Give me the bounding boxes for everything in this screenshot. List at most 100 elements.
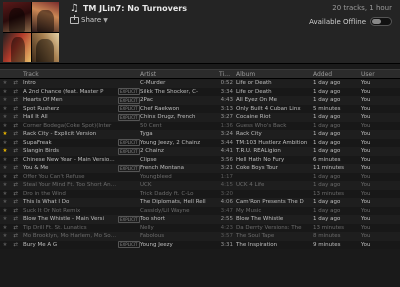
add-to-icon[interactable]: ⇄	[10, 89, 21, 95]
add-to-icon[interactable]: ⇄	[10, 157, 21, 163]
user-link[interactable]: You	[361, 157, 391, 163]
user-link[interactable]: You	[361, 140, 391, 146]
column-header-track[interactable]: Track	[21, 71, 118, 78]
album-link[interactable]: My Music	[236, 208, 313, 214]
table-row[interactable]: ★ ⇄ Dro in the Wind Trick Daddy ft. C-Lo 3:2…	[0, 189, 400, 198]
star-icon[interactable]: ★	[0, 80, 10, 86]
star-icon[interactable]: ★	[0, 242, 10, 248]
artist-link[interactable]: French Montana	[140, 165, 218, 171]
user-link[interactable]: You	[361, 208, 391, 214]
artist-link[interactable]: Too short	[140, 216, 218, 222]
add-to-icon[interactable]: ⇄	[10, 140, 21, 146]
album-link[interactable]: Life or Death	[236, 80, 313, 86]
column-header-time[interactable]: Time	[218, 71, 236, 78]
user-link[interactable]: You	[361, 131, 391, 137]
star-icon[interactable]: ★	[0, 106, 10, 112]
table-row[interactable]: ★ ⇄ A 2nd Chance (feat. Master P EXPLICIT Si…	[0, 87, 400, 96]
artist-link[interactable]: Young Jeezy, 2 Chainz	[140, 140, 218, 146]
star-icon[interactable]: ★	[0, 114, 10, 120]
star-icon[interactable]: ★	[0, 199, 10, 205]
artist-link[interactable]: 2Pac	[140, 97, 218, 103]
artist-link[interactable]: 2 Chainz	[140, 148, 218, 154]
artist-link[interactable]: Chinx Drugz, French	[140, 114, 218, 120]
album-link[interactable]: Only Built 4 Cuban Linx	[236, 106, 313, 112]
artist-link[interactable]: The Diplomats, Hell Rell	[140, 199, 218, 205]
user-link[interactable]: You	[361, 199, 391, 205]
star-icon[interactable]: ★	[0, 182, 10, 188]
album-link[interactable]: Cocaine Riot	[236, 114, 313, 120]
user-link[interactable]: You	[361, 216, 391, 222]
album-link[interactable]: Coke Boys Tour	[236, 165, 313, 171]
star-icon[interactable]: ★	[0, 148, 10, 154]
album-link[interactable]: Cam'Ron Presents The D	[236, 199, 313, 205]
artist-link[interactable]: Fabolous	[140, 233, 218, 239]
album-link[interactable]: Blow The Whistle	[236, 216, 313, 222]
album-link[interactable]: UCK 4 Life	[236, 182, 313, 188]
table-row[interactable]: ★ ⇄ Mo Brooklyn, Mo Harlem, Mo Southsi Fabo…	[0, 232, 400, 241]
album-link[interactable]: The Soul Tape	[236, 233, 313, 239]
table-row[interactable]: ★ ⇄ Offer You Can't Refuse Youngbleed 1:17 1 …	[0, 172, 400, 181]
add-to-icon[interactable]: ⇄	[10, 233, 21, 239]
album-link[interactable]: T.R.U. REALigion	[236, 148, 313, 154]
add-to-icon[interactable]: ⇄	[10, 225, 21, 231]
table-row[interactable]: ★ ⇄ Rack City - Explicit Version Tyga 3:24 Ra…	[0, 130, 400, 139]
table-row[interactable]: ★ ⇄ Spot Rusherz EXPLICIT Chef Raekwon 3:13 On…	[0, 104, 400, 113]
user-link[interactable]: You	[361, 191, 391, 197]
star-icon[interactable]: ★	[0, 123, 10, 129]
column-header-added[interactable]: Added	[313, 71, 361, 78]
user-link[interactable]: You	[361, 233, 391, 239]
star-icon[interactable]: ★	[0, 208, 10, 214]
star-icon[interactable]: ★	[0, 233, 10, 239]
add-to-icon[interactable]: ⇄	[10, 148, 21, 154]
add-to-icon[interactable]: ⇄	[10, 97, 21, 103]
user-link[interactable]: You	[361, 123, 391, 129]
table-row[interactable]: ★ ⇄ Tip Drill Ft. St. Lunatics Nelly 4:23 Da …	[0, 223, 400, 232]
add-to-icon[interactable]: ⇄	[10, 106, 21, 112]
album-link[interactable]: Hell Hath No Fury	[236, 157, 313, 163]
column-header-artist[interactable]: Artist	[140, 71, 218, 78]
table-row[interactable]: ★ ⇄ Chinese New Year - Main Version - E Cli…	[0, 155, 400, 164]
star-icon[interactable]: ★	[0, 97, 10, 103]
album-link[interactable]: Life or Death	[236, 89, 313, 95]
add-to-icon[interactable]: ⇄	[10, 165, 21, 171]
add-to-icon[interactable]: ⇄	[10, 191, 21, 197]
artist-link[interactable]: Tyga	[140, 131, 218, 137]
table-row[interactable]: ★ ⇄ Bury Me A G EXPLICIT Young Jeezy 3:31 The …	[0, 240, 400, 249]
artist-link[interactable]: C-Murder	[140, 80, 218, 86]
user-link[interactable]: You	[361, 80, 391, 86]
user-link[interactable]: You	[361, 165, 391, 171]
table-row[interactable]: ★ ⇄ Suck It Or Not Remix Cassidy/Lil Wayne 3…	[0, 206, 400, 215]
star-icon[interactable]: ★	[0, 225, 10, 231]
artist-link[interactable]: Nelly	[140, 225, 218, 231]
offline-toggle[interactable]	[370, 17, 392, 26]
artist-link[interactable]: Silkk The Shocker, C-	[140, 89, 218, 95]
table-row[interactable]: ★ ⇄ You & Me EXPLICIT French Montana 3:21 Coke…	[0, 164, 400, 173]
artist-link[interactable]: Clipse	[140, 157, 218, 163]
table-row[interactable]: ★ ⇄ Hearts Of Men EXPLICIT 2Pac 4:43 All Eyez …	[0, 96, 400, 105]
artist-link[interactable]: Cassidy/Lil Wayne	[140, 208, 218, 214]
artist-link[interactable]: Youngbleed	[140, 174, 218, 180]
add-to-icon[interactable]: ⇄	[10, 131, 21, 137]
album-link[interactable]: Rack City	[236, 131, 313, 137]
user-link[interactable]: You	[361, 148, 391, 154]
star-icon[interactable]: ★	[0, 131, 10, 137]
add-to-icon[interactable]: ⇄	[10, 216, 21, 222]
table-row[interactable]: ★ ⇄ Slangin Birds EXPLICIT 2 Chainz 4:41 T.R.U…	[0, 147, 400, 156]
user-link[interactable]: You	[361, 174, 391, 180]
user-link[interactable]: You	[361, 89, 391, 95]
column-header-album[interactable]: Album	[236, 71, 313, 78]
album-link[interactable]: Da Derrty Versions: The	[236, 225, 313, 231]
table-row[interactable]: ★ ⇄ Steal Your Mind Ft. Too Short And Sn UC…	[0, 181, 400, 190]
album-link[interactable]: All Eyez On Me	[236, 97, 313, 103]
user-link[interactable]: You	[361, 182, 391, 188]
table-row[interactable]: ★ ⇄ Hail It All EXPLICIT Chinx Drugz, French…	[0, 113, 400, 122]
user-link[interactable]: You	[361, 97, 391, 103]
table-row[interactable]: ★ ⇄ Blow The Whistle - Main Versi EXPLICIT T…	[0, 215, 400, 224]
share-button[interactable]: Share ▼	[70, 14, 108, 24]
artist-link[interactable]: Young Jeezy	[140, 242, 218, 248]
artist-link[interactable]: Trick Daddy ft. C-Lo	[140, 191, 218, 197]
star-icon[interactable]: ★	[0, 174, 10, 180]
artist-link[interactable]: UCK	[140, 182, 218, 188]
user-link[interactable]: You	[361, 242, 391, 248]
artist-link[interactable]: 50 Cent	[140, 123, 218, 129]
